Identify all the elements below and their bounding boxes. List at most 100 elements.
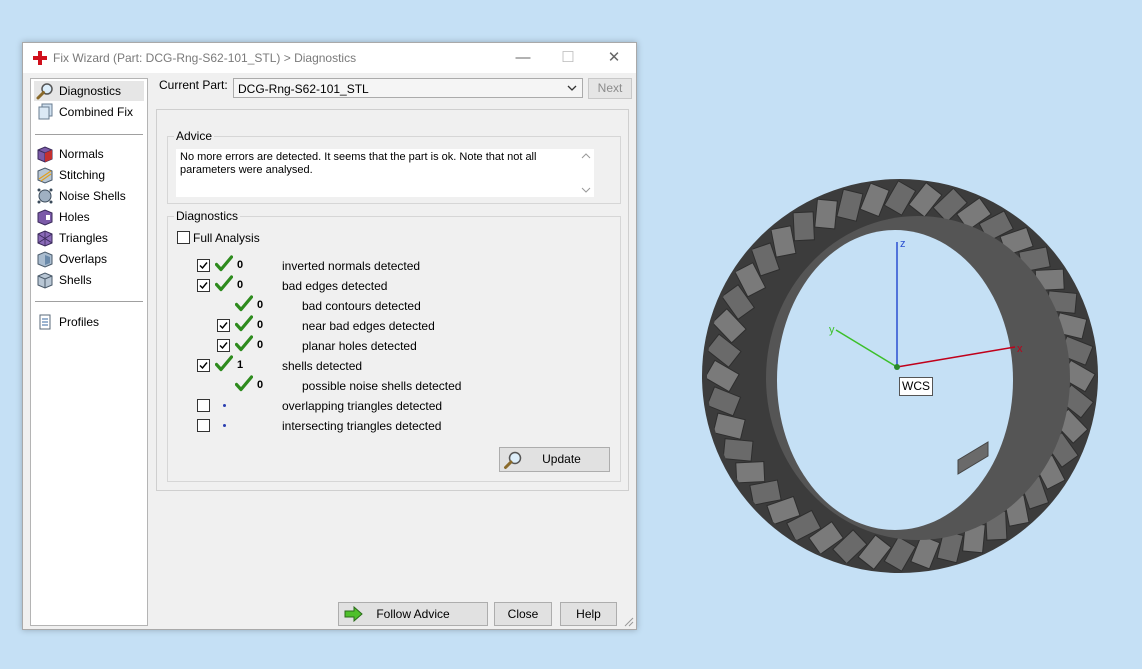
- triangles-icon: [37, 230, 53, 247]
- sidebar-item-label: Noise Shells: [59, 189, 126, 203]
- update-label: Update: [542, 452, 581, 466]
- chevron-down-icon: [567, 85, 577, 91]
- advice-scrollbar[interactable]: [578, 149, 594, 197]
- sidebar-item-label: Triangles: [59, 231, 108, 245]
- z-axis-label: z: [900, 238, 906, 250]
- follow-advice-button[interactable]: Follow Advice: [338, 602, 488, 626]
- resize-grip-icon[interactable]: [624, 617, 634, 627]
- noise-shells-icon: [37, 188, 53, 204]
- green-arrow-icon: [344, 606, 363, 622]
- diagnostic-checkbox[interactable]: [217, 319, 230, 332]
- y-axis-line: [835, 329, 898, 368]
- sidebar-divider: [35, 134, 143, 135]
- wcs-label: WCS: [899, 377, 933, 396]
- diagnostic-checkbox[interactable]: [197, 279, 210, 292]
- checkmark-icon: [199, 362, 208, 370]
- full-analysis-label: Full Analysis: [193, 231, 260, 245]
- overlaps-icon: [37, 251, 53, 268]
- diagnostic-checkbox[interactable]: [197, 399, 210, 412]
- shells-icon: [37, 272, 53, 289]
- window-title: Fix Wizard (Part: DCG-Rng-S62-101_STL) >…: [53, 51, 357, 65]
- checkmark-icon: [199, 282, 208, 290]
- diagnostic-checkbox[interactable]: [197, 419, 210, 432]
- wcs-axes: [835, 242, 1016, 370]
- ok-check-icon: [234, 315, 254, 333]
- scroll-down-icon[interactable]: [581, 186, 591, 194]
- diagnostic-label: intersecting triangles detected: [282, 419, 442, 433]
- holes-icon: [37, 209, 53, 226]
- update-button[interactable]: Update: [499, 447, 610, 472]
- diagnostic-label: overlapping triangles detected: [282, 399, 443, 413]
- diagnostic-count: 1: [237, 359, 244, 371]
- sidebar-divider: [35, 301, 143, 302]
- tread-block: [722, 438, 754, 462]
- tread-block: [814, 198, 838, 230]
- current-part-value: DCG-Rng-S62-101_STL: [238, 82, 369, 96]
- sidebar-item-noise-shells[interactable]: Noise Shells: [34, 186, 144, 206]
- sidebar-item-normals[interactable]: Normals: [34, 144, 144, 164]
- sidebar-item-label: Normals: [59, 147, 104, 161]
- diagnostic-label: bad edges detected: [282, 279, 388, 293]
- diagnostic-count: 0: [257, 379, 264, 391]
- ok-check-icon: [214, 275, 234, 293]
- x-axis-label: x: [1017, 343, 1023, 355]
- minimize-button[interactable]: —: [509, 47, 537, 69]
- ok-check-icon: [234, 375, 254, 393]
- document-icon: [39, 314, 51, 330]
- diagnostic-checkbox[interactable]: [197, 359, 210, 372]
- diagnostic-label: shells detected: [282, 359, 363, 373]
- tread-block: [735, 461, 766, 484]
- maximize-button[interactable]: ☐: [554, 47, 582, 69]
- origin-point: [894, 364, 900, 370]
- sidebar-item-triangles[interactable]: Triangles: [34, 228, 144, 248]
- current-part-label: Current Part:: [159, 78, 228, 92]
- fix-wizard-dialog: Fix Wizard (Part: DCG-Rng-S62-101_STL) >…: [22, 42, 637, 630]
- scroll-up-icon[interactable]: [581, 152, 591, 160]
- diagnostic-label: inverted normals detected: [282, 259, 421, 273]
- sidebar-item-holes[interactable]: Holes: [34, 207, 144, 227]
- current-part-select[interactable]: DCG-Rng-S62-101_STL: [233, 78, 583, 98]
- help-button[interactable]: Help: [560, 602, 617, 626]
- full-analysis-checkbox[interactable]: [177, 231, 190, 244]
- y-axis-label: y: [829, 324, 835, 336]
- diagnostic-checkbox[interactable]: [217, 339, 230, 352]
- diagnostic-count: 0: [257, 299, 264, 311]
- sidebar-item-label: Diagnostics: [59, 84, 122, 98]
- sidebar-item-profiles[interactable]: Profiles: [34, 312, 144, 332]
- magnifier-icon: [504, 451, 522, 469]
- advice-textbox[interactable]: No more errors are detected. It seems th…: [176, 149, 594, 197]
- pending-dot-icon: [223, 404, 226, 407]
- sidebar-item-combined-fix[interactable]: Combined Fix: [34, 102, 144, 122]
- sidebar-item-label: Combined Fix: [59, 105, 134, 119]
- diagnostic-count: 0: [257, 319, 264, 331]
- sidebar-item-label: Holes: [59, 210, 90, 224]
- diagnostics-panel: Advice No more errors are detected. It s…: [156, 109, 629, 491]
- title-bar[interactable]: Fix Wizard (Part: DCG-Rng-S62-101_STL) >…: [23, 43, 636, 73]
- close-button[interactable]: Close: [494, 602, 552, 626]
- diagnostic-label: near bad edges detected: [302, 319, 435, 333]
- diagnostic-checkbox[interactable]: [197, 259, 210, 272]
- ok-check-icon: [234, 335, 254, 353]
- stitching-icon: [37, 167, 53, 184]
- sidebar-item-shells[interactable]: Shells: [34, 270, 144, 290]
- sidebar-item-label: Stitching: [59, 168, 106, 182]
- diagnostic-label: planar holes detected: [302, 339, 417, 353]
- advice-group: Advice No more errors are detected. It s…: [167, 129, 621, 204]
- diagnostic-count: 0: [237, 259, 244, 271]
- advice-title: Advice: [174, 129, 215, 143]
- checkmark-icon: [199, 262, 208, 270]
- sidebar-item-overlaps[interactable]: Overlaps: [34, 249, 144, 269]
- stacked-pages-icon: [38, 103, 53, 120]
- sidebar: Diagnostics Combined Fix Normals Stitchi…: [30, 78, 148, 626]
- next-button[interactable]: Next: [588, 78, 632, 99]
- sidebar-item-stitching[interactable]: Stitching: [34, 165, 144, 185]
- x-axis-line: [896, 346, 1016, 368]
- follow-advice-label: Follow Advice: [376, 607, 450, 621]
- diagnostics-title: Diagnostics: [174, 209, 241, 223]
- cube-normals-icon: [37, 146, 53, 163]
- ok-check-icon: [214, 255, 234, 273]
- ok-check-icon: [214, 355, 234, 373]
- sidebar-item-diagnostics[interactable]: Diagnostics: [34, 81, 144, 101]
- close-window-button[interactable]: ✕: [600, 47, 628, 69]
- red-cross-icon: [33, 51, 47, 65]
